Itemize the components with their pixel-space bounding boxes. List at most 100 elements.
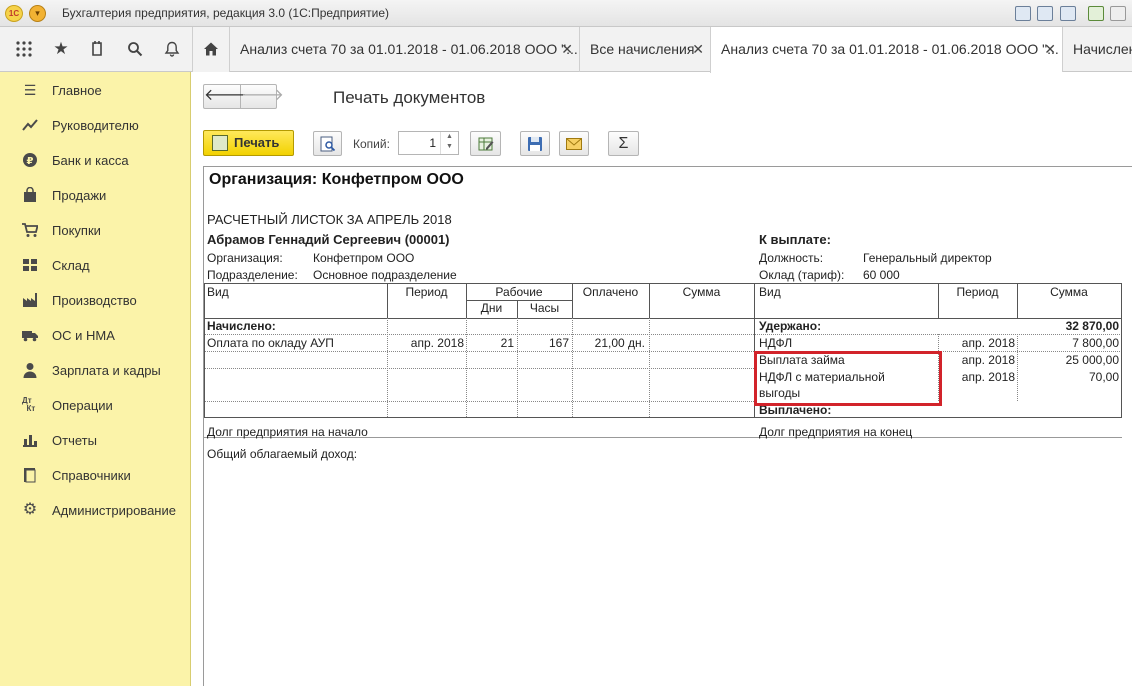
table-header-bottom xyxy=(204,318,1122,319)
debt-end-label: Долг предприятия на конец xyxy=(759,425,913,439)
factory-icon xyxy=(22,292,38,308)
sidebar-item-bank[interactable]: ₽ Банк и касса xyxy=(0,143,190,178)
close-icon[interactable]: ✕ xyxy=(561,27,573,71)
menu-icon: ☰ xyxy=(23,82,37,98)
withheld-row-sum: 70,00 xyxy=(1088,370,1119,384)
sidebar-item-reports[interactable]: Отчеты xyxy=(0,423,190,458)
tab-accruals[interactable]: Начислени xyxy=(1062,27,1132,72)
preview-button[interactable] xyxy=(313,131,342,156)
printer-icon[interactable] xyxy=(1037,6,1053,21)
sidebar-item-warehouse[interactable]: Склад xyxy=(0,248,190,283)
position-value: Генеральный директор xyxy=(863,251,992,265)
debt-start-label: Долг предприятия на начало xyxy=(207,425,368,439)
sidebar-item-catalogs[interactable]: Справочники xyxy=(0,458,190,493)
send-email-button[interactable] xyxy=(559,131,589,156)
col-header-sum: Сумма xyxy=(682,285,721,299)
copies-input[interactable]: 1 xyxy=(429,136,436,150)
home-tab[interactable] xyxy=(192,27,229,72)
col-line xyxy=(572,318,573,417)
org-header: Организация: Конфетпром ООО xyxy=(209,171,464,188)
tab-all-accruals[interactable]: Все начисления ✕ xyxy=(579,27,710,72)
tab-analysis-70-2[interactable]: Анализ счета 70 за 01.01.2018 - 01.06.20… xyxy=(710,27,1062,73)
employee-name: Абрамов Геннадий Сергеевич (00001) xyxy=(207,232,450,247)
back-arrow-icon[interactable]: 🡐 xyxy=(204,85,247,108)
accrued-row-paid: 21,00 дн. xyxy=(594,336,645,350)
accrued-row-vid: Оплата по окладу АУП xyxy=(207,336,334,350)
withheld-row-sum: 7 800,00 xyxy=(1072,336,1119,350)
truck-icon xyxy=(22,327,38,343)
envelope-icon xyxy=(566,138,582,150)
download-icon[interactable] xyxy=(1088,6,1104,21)
accrued-row-period: апр. 2018 xyxy=(410,336,464,350)
sidebar-item-salary[interactable]: Зарплата и кадры xyxy=(0,353,190,388)
tab-bar: ★ Анализ счета 70 за 01.01.2018 - 01.06.… xyxy=(0,27,1132,73)
copies-field[interactable]: 1 ▲ ▼ xyxy=(398,131,459,155)
col-line xyxy=(204,283,205,417)
app-logo: 1С xyxy=(5,5,23,22)
close-icon[interactable]: ✕ xyxy=(692,27,704,71)
home-icon xyxy=(204,42,218,56)
payslip-document: Организация: Конфетпром ООО РАСЧЕТНЫЙ ЛИ… xyxy=(203,166,1132,686)
withheld-row-period: апр. 2018 xyxy=(961,353,1015,367)
org-value: Конфетпром ООО xyxy=(313,251,415,265)
copies-label: Копий: xyxy=(353,137,390,151)
row-line xyxy=(204,334,1122,335)
row-line xyxy=(204,368,754,369)
sidebar-item-administration[interactable]: ⚙ Администрирование xyxy=(0,493,190,528)
notifications-bell-icon[interactable] xyxy=(154,27,190,71)
withheld-label: Удержано: xyxy=(759,319,822,333)
window-title: Бухгалтерия предприятия, редакция 3.0 (1… xyxy=(62,6,390,20)
main-menu-button[interactable]: ▾ xyxy=(29,5,46,22)
position-label: Должность: xyxy=(759,251,824,265)
sidebar-item-operations[interactable]: Дт Кт Операции xyxy=(0,388,190,423)
edit-table-icon xyxy=(478,137,494,151)
tab-analysis-70-1[interactable]: Анализ счета 70 за 01.01.2018 - 01.06.20… xyxy=(229,27,579,72)
svg-text:₽: ₽ xyxy=(27,156,34,167)
sidebar-item-sales[interactable]: Продажи xyxy=(0,178,190,213)
page-title: Печать документов xyxy=(333,88,486,107)
withheld-total: 32 870,00 xyxy=(1065,319,1119,333)
save-button[interactable] xyxy=(520,131,550,156)
row-line xyxy=(204,401,754,402)
history-icon[interactable] xyxy=(80,27,116,71)
col-line xyxy=(387,318,388,417)
col-line xyxy=(466,318,467,417)
withheld-row-period: апр. 2018 xyxy=(961,336,1015,350)
sheet-title: РАСЧЕТНЫЙ ЛИСТОК ЗА АПРЕЛЬ 2018 xyxy=(207,212,452,227)
taxable-income-label: Общий облагаемый доход: xyxy=(207,447,358,461)
sidebar-item-fixed-assets[interactable]: ОС и НМА xyxy=(0,318,190,353)
col-header-period-right: Период xyxy=(956,285,999,299)
ruble-icon: ₽ xyxy=(22,152,38,168)
print-button[interactable]: Печать xyxy=(203,130,294,156)
close-icon[interactable]: ✕ xyxy=(1044,27,1056,71)
dept-label: Подразделение: xyxy=(207,268,298,282)
edit-button[interactable] xyxy=(470,131,501,156)
sidebar-item-purchases[interactable]: Покупки xyxy=(0,213,190,248)
copies-stepper[interactable]: ▲ ▼ xyxy=(440,132,458,154)
search-icon[interactable] xyxy=(117,27,153,71)
col-header-period: Период xyxy=(405,285,448,299)
save-icon[interactable] xyxy=(1015,6,1031,21)
sidebar-item-main[interactable]: ☰ Главное xyxy=(0,73,190,108)
preview-icon[interactable] xyxy=(1060,6,1076,21)
cart-icon xyxy=(22,222,39,238)
sidebar: ☰ Главное Руководителю ₽ Банк и касса Прод… xyxy=(0,72,191,686)
table-border-top xyxy=(204,283,1122,284)
window-icon[interactable] xyxy=(1110,6,1126,21)
favorites-star-icon[interactable]: ★ xyxy=(43,27,79,71)
apps-grid-icon[interactable] xyxy=(6,27,42,71)
col-line xyxy=(649,318,650,417)
withheld-row-period: апр. 2018 xyxy=(961,370,1015,384)
accrued-label: Начислено: xyxy=(207,319,276,333)
table-border-bottom xyxy=(204,417,1122,418)
col-header-sum-right: Сумма xyxy=(1050,285,1088,299)
sum-button[interactable]: Σ xyxy=(608,131,639,156)
to-pay-label: К выплате: xyxy=(759,232,831,247)
highlight-box xyxy=(754,351,942,406)
sidebar-item-production[interactable]: Производство xyxy=(0,283,190,318)
dt-kt-icon: Дт Кт xyxy=(22,396,36,413)
title-bar: 1С ▾ Бухгалтерия предприятия, редакция 3… xyxy=(0,0,1132,27)
sidebar-item-director[interactable]: Руководителю xyxy=(0,108,190,143)
forward-arrow-icon[interactable]: 🡒 xyxy=(241,85,284,108)
nav-button-group: 🡐 🡒 xyxy=(203,84,284,109)
